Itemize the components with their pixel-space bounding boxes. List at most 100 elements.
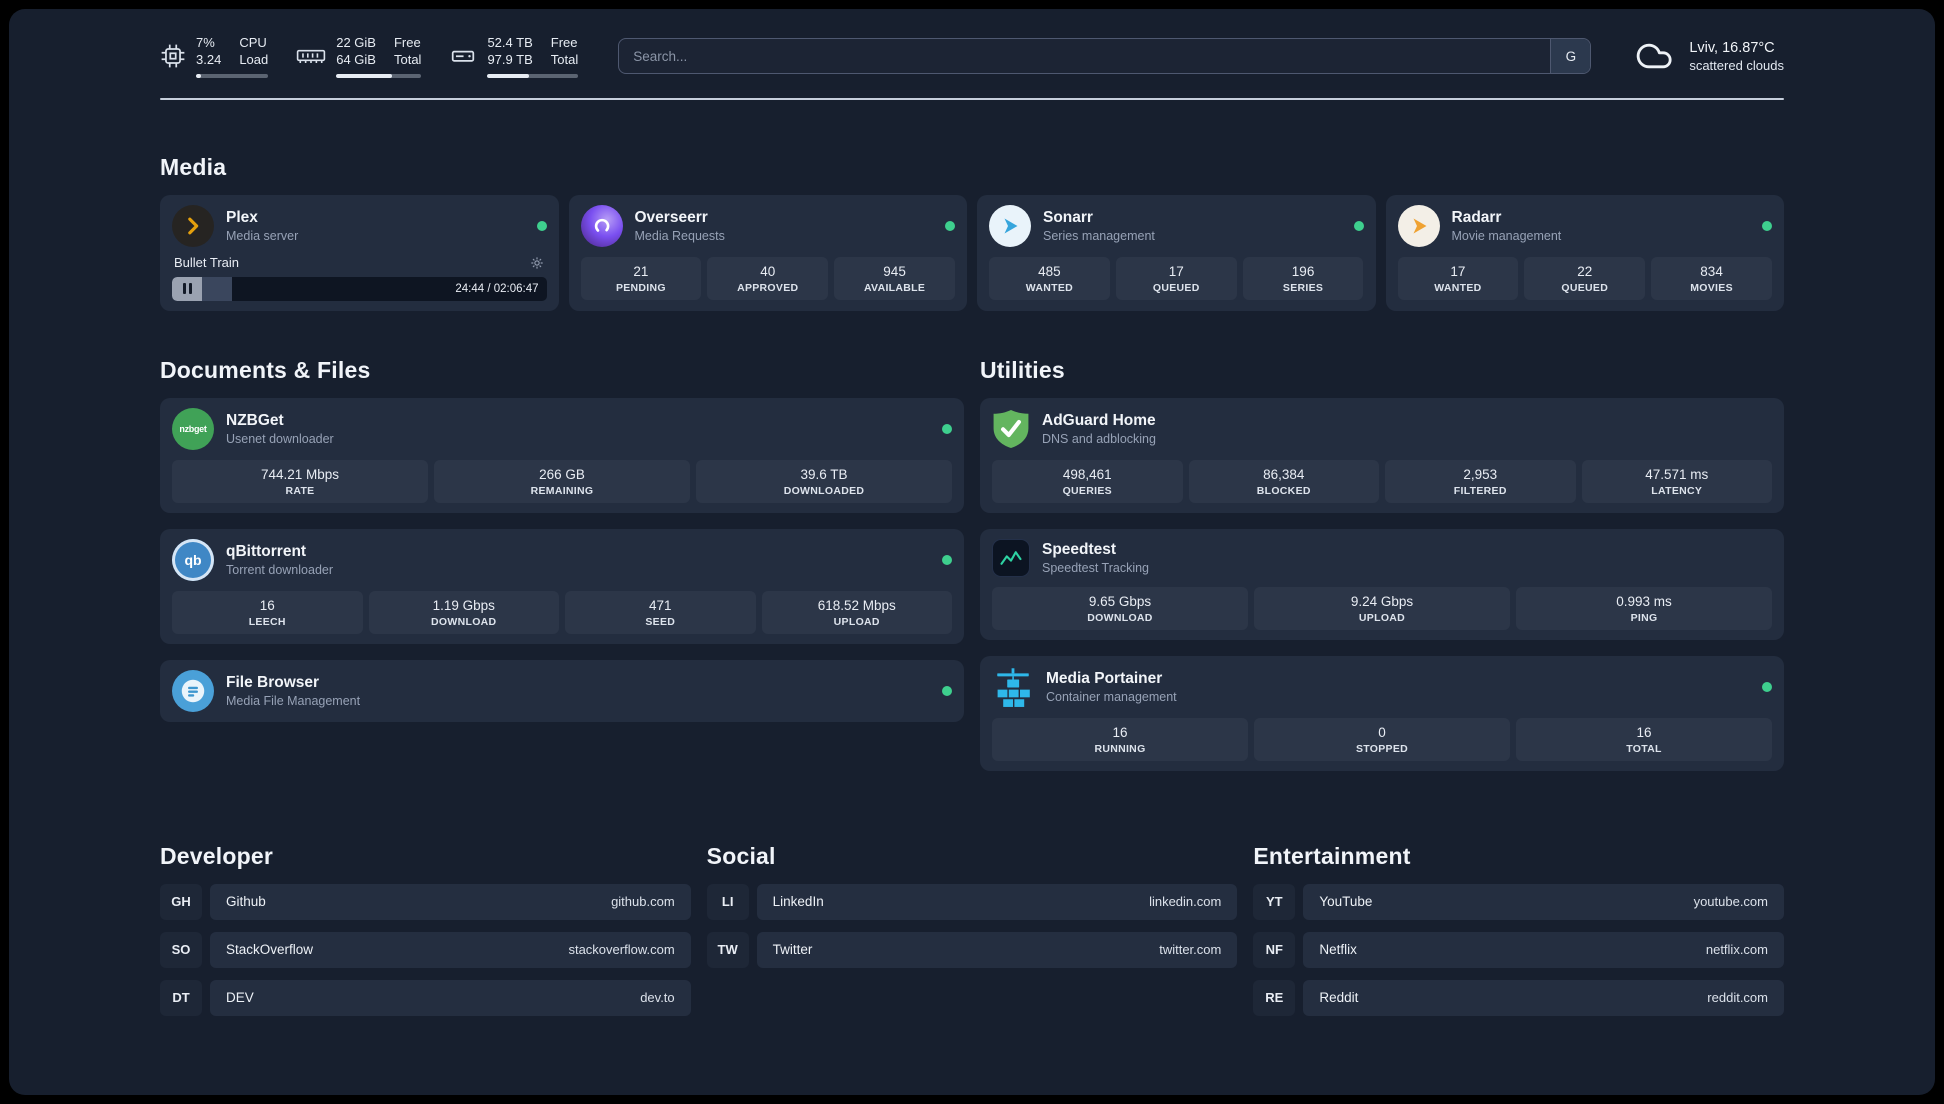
bookmark-stackoverflow[interactable]: SO StackOverflow stackoverflow.com (160, 931, 691, 968)
stat-tile: 1.19 Gbps DOWNLOAD (368, 590, 559, 634)
stat-tile: 834 MOVIES (1651, 256, 1772, 300)
bookmark-name: Github (226, 894, 266, 910)
search-engine-button[interactable]: G (1550, 39, 1591, 74)
status-dot (1353, 220, 1364, 231)
stat-value: 21 (633, 263, 649, 279)
stat-tile: 40 APPROVED (707, 256, 829, 300)
stat-label: RATE (285, 484, 315, 497)
portainer-crane-icon (997, 668, 1030, 707)
stat-tile: 9.24 Gbps UPLOAD (1254, 586, 1510, 630)
stat-value: 744.21 Mbps (260, 466, 340, 482)
stat-tile: 471 SEED (565, 590, 756, 634)
stat-label: SERIES (1282, 281, 1324, 294)
overseerr-icon (580, 204, 623, 247)
card-adguard[interactable]: AdGuard Home DNS and adblocking 498,461 … (980, 397, 1784, 513)
stat-value: 834 (1700, 263, 1723, 279)
stat-label: STOPPED (1355, 742, 1409, 755)
bookmark-abbr: GH (160, 883, 202, 920)
disk-widget: 52.4 TB 97.9 TB Free Total (449, 35, 579, 78)
cpu-label: CPU (239, 35, 267, 50)
bookmark-url: youtube.com (1693, 894, 1768, 910)
bookmark-url: github.com (611, 894, 675, 910)
stat-label: QUERIES (1062, 484, 1112, 497)
stat-label: DOWNLOAD (1087, 611, 1153, 624)
card-filebrowser[interactable]: File Browser Media File Management (160, 659, 964, 722)
bookmark-url: reddit.com (1707, 990, 1768, 1006)
card-sonarr[interactable]: Sonarr Series management 485 WANTED 17 Q… (977, 194, 1376, 311)
qbittorrent-icon: qb (172, 538, 214, 581)
ram-total: 64 GiB (336, 51, 376, 67)
card-portainer[interactable]: Media Portainer Container management 16 … (980, 655, 1784, 771)
status-dot (942, 423, 952, 434)
stat-label: WANTED (1025, 281, 1074, 294)
section-title-utilities: Utilities (980, 356, 1065, 383)
bookmark-github[interactable]: GH Github github.com (160, 883, 691, 920)
bookmark-url: netflix.com (1705, 942, 1768, 958)
card-subtitle: Speedtest Tracking (1042, 560, 1150, 575)
card-plex[interactable]: Plex Media server Bullet Train 24:44 / 0… (160, 194, 559, 311)
cpu-widget: 7% 3.24 CPU Load (160, 35, 269, 78)
card-nzbget[interactable]: nzbget NZBGet Usenet downloader 744.21 M… (160, 397, 964, 513)
stat-label: DOWNLOAD (431, 615, 497, 628)
bookmark-url: stackoverflow.com (568, 942, 675, 958)
playback-time: 24:44 / 02:06:47 (455, 282, 539, 295)
stat-value: 17 (1450, 263, 1466, 279)
search-input[interactable] (618, 38, 1592, 75)
stat-label: DOWNLOADED (783, 484, 865, 497)
card-radarr[interactable]: Radarr Movie management 17 WANTED 22 QUE… (1385, 194, 1784, 311)
stat-label: QUEUED (1561, 281, 1609, 294)
bookmark-twitter[interactable]: TW Twitter twitter.com (706, 931, 1238, 968)
dashboard-page: 7% 3.24 CPU Load 22 GiB 64 GiB Free Tota… (9, 9, 1935, 1095)
bookmark-name: YouTube (1319, 894, 1373, 910)
bookmark-dev[interactable]: DT DEV dev.to (160, 979, 691, 1016)
bookmark-name: StackOverflow (226, 942, 314, 958)
card-title: NZBGet (226, 411, 284, 429)
ram-usage-bar (336, 73, 422, 78)
disk-total: 97.9 TB (487, 51, 533, 67)
card-subtitle: Series management (1043, 228, 1155, 243)
ram-free: 22 GiB (336, 35, 376, 50)
stat-value: 2,953 (1463, 466, 1498, 482)
ram-widget: 22 GiB 64 GiB Free Total (296, 35, 422, 78)
card-speedtest[interactable]: Speedtest Speedtest Tracking 9.65 Gbps D… (980, 528, 1784, 640)
plex-now-playing: Bullet Train 24:44 / 02:06:47 (172, 255, 547, 301)
weather-widget[interactable]: Lviv, 16.87°C scattered clouds (1631, 36, 1784, 76)
stat-label: REMAINING (530, 484, 594, 497)
stat-label: APPROVED (737, 281, 799, 294)
stat-value: 17 (1168, 263, 1184, 279)
stat-value: 16 (1636, 724, 1652, 740)
section-title-media: Media (160, 153, 227, 180)
bookmark-netflix[interactable]: NF Netflix netflix.com (1253, 931, 1784, 968)
section-title-documents: Documents & Files (160, 356, 371, 383)
card-overseerr[interactable]: Overseerr Media Requests 21 PENDING 40 A… (568, 194, 967, 311)
status-dot (945, 220, 955, 231)
card-qbittorrent[interactable]: qb qBittorrent Torrent downloader 16 LEE… (160, 528, 964, 644)
stat-tile: 16 RUNNING (992, 717, 1248, 761)
bookmark-youtube[interactable]: YT YouTube youtube.com (1253, 883, 1784, 920)
bookmark-url: twitter.com (1159, 942, 1222, 958)
bookmark-reddit[interactable]: RE Reddit reddit.com (1253, 979, 1784, 1016)
disk-icon (452, 51, 475, 63)
ram-icon (297, 50, 326, 64)
stat-value: 9.65 Gbps (1088, 593, 1152, 609)
settings-gear-icon[interactable] (529, 255, 545, 271)
stat-value: 39.6 TB (800, 466, 848, 482)
stat-value: 618.52 Mbps (817, 597, 896, 613)
stat-value: 266 GB (539, 466, 585, 482)
playback-progress-bar[interactable]: 24:44 / 02:06:47 (172, 276, 547, 301)
stat-label: AVAILABLE (863, 281, 926, 294)
cpu-chip-icon (161, 45, 185, 68)
status-dot (536, 220, 547, 231)
card-title: Sonarr (1043, 208, 1093, 226)
radarr-icon (1397, 204, 1440, 247)
card-title: Media Portainer (1046, 669, 1163, 687)
card-subtitle: Usenet downloader (226, 431, 334, 446)
cpu-load-label: Load (239, 51, 269, 67)
stat-value: 0 (1378, 724, 1386, 740)
stat-label: MOVIES (1690, 281, 1733, 294)
cpu-usage-bar (196, 73, 269, 78)
pause-button[interactable] (172, 276, 202, 301)
stat-label: BLOCKED (1256, 484, 1311, 497)
card-subtitle: DNS and adblocking (1042, 431, 1156, 446)
bookmark-linkedin[interactable]: LI LinkedIn linkedin.com (706, 883, 1238, 920)
